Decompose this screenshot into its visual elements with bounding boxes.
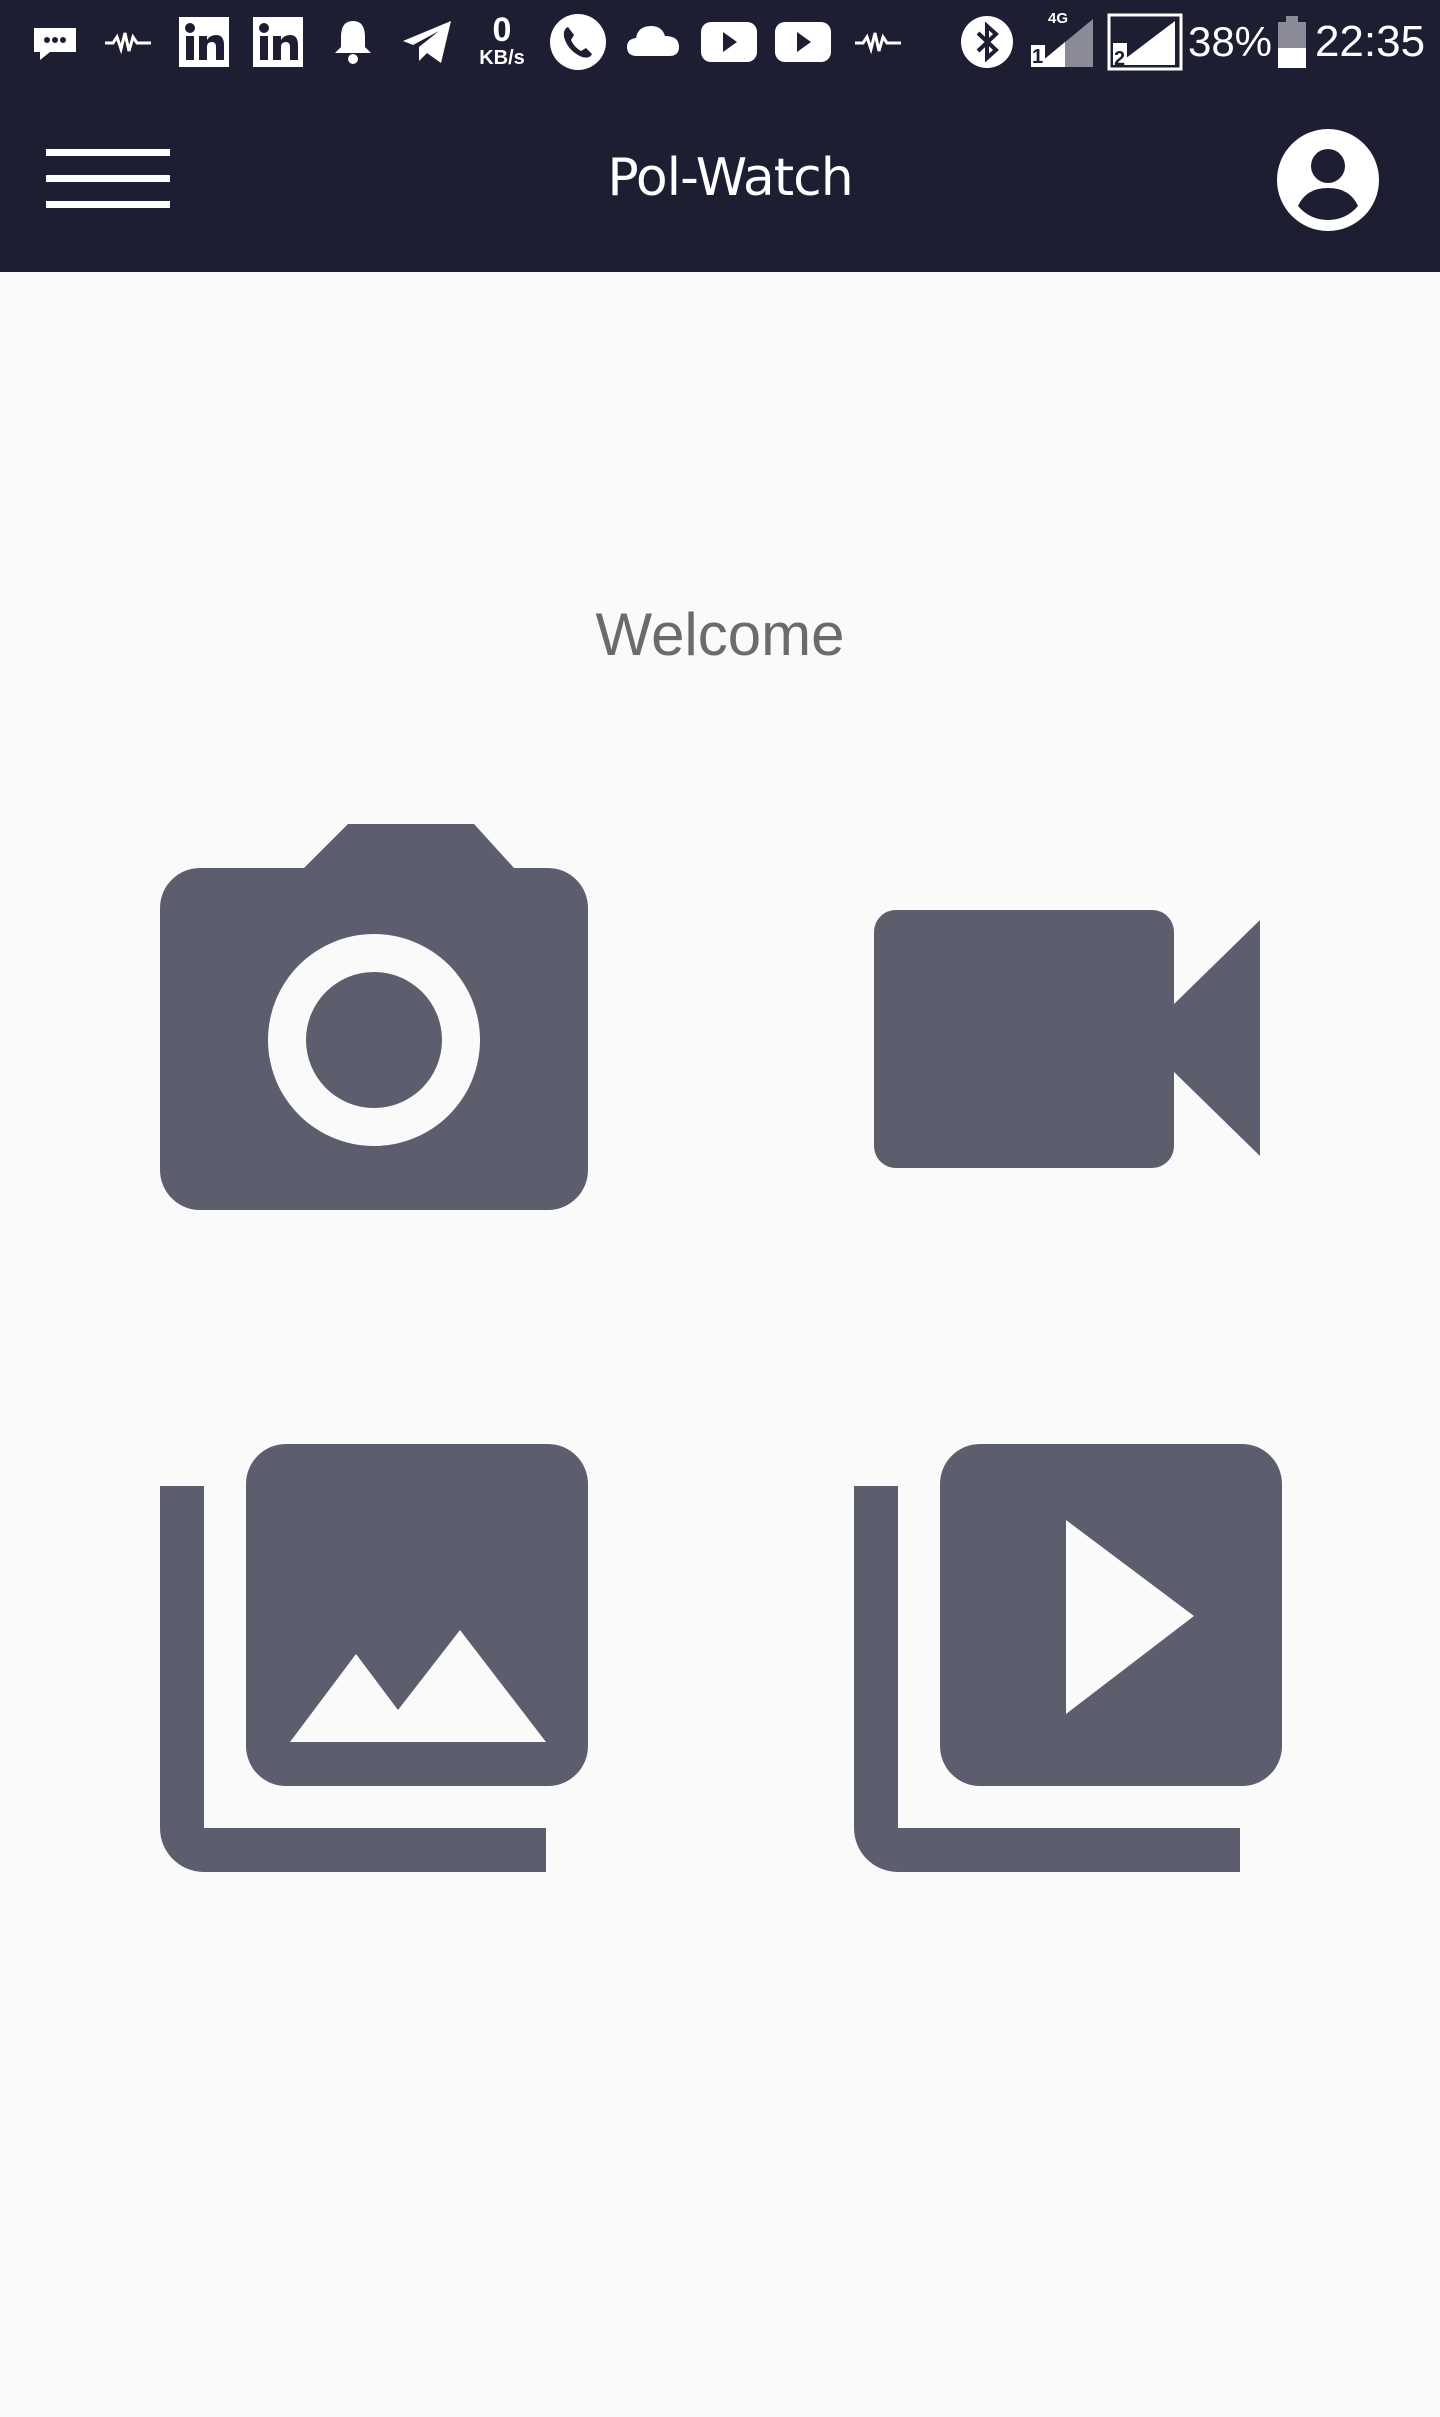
battery-percent: 38% bbox=[1187, 18, 1273, 65]
hamburger-menu-icon bbox=[46, 149, 170, 208]
signal-icon: 4G 1 bbox=[1026, 10, 1098, 70]
welcome-text: Welcome bbox=[595, 601, 845, 668]
take-photo-button[interactable] bbox=[160, 824, 588, 1210]
bell-icon bbox=[328, 14, 378, 70]
account-circle-icon bbox=[1277, 129, 1379, 231]
activity-wave-icon bbox=[102, 14, 154, 70]
youtube-icon bbox=[698, 14, 760, 70]
clock: 22:35 bbox=[1314, 17, 1426, 66]
activity-wave-icon bbox=[852, 14, 904, 70]
videocam-icon bbox=[874, 910, 1260, 1168]
camera-icon bbox=[160, 824, 588, 1210]
photo-library-button[interactable] bbox=[160, 1444, 588, 1872]
messages-icon bbox=[28, 14, 82, 70]
app-title: Pol-Watch bbox=[607, 148, 853, 208]
video-library-icon bbox=[854, 1444, 1282, 1872]
cloud-icon bbox=[624, 14, 684, 70]
signal-icon: 2 bbox=[1106, 13, 1184, 71]
linkedin-icon bbox=[176, 14, 232, 70]
net-speed-indicator: 0 KB/s bbox=[479, 11, 525, 69]
video-library-button[interactable] bbox=[854, 1444, 1282, 1872]
telegram-icon bbox=[398, 14, 456, 70]
account-button[interactable] bbox=[1270, 122, 1386, 238]
menu-button[interactable] bbox=[38, 134, 178, 224]
linkedin-icon bbox=[250, 14, 306, 70]
record-video-button[interactable] bbox=[874, 910, 1260, 1168]
app-bar: Pol-Watch bbox=[0, 82, 1440, 272]
youtube-icon bbox=[772, 14, 834, 70]
top-app-area: 0 KB/s 4G 1 2 38% 22:35 Pol-Watch bbox=[0, 0, 1440, 272]
battery-icon bbox=[1274, 14, 1310, 70]
photo-library-icon bbox=[160, 1444, 588, 1872]
status-bar: 0 KB/s 4G 1 2 38% 22:35 bbox=[0, 0, 1440, 82]
bluetooth-icon bbox=[958, 14, 1016, 70]
phone-icon bbox=[548, 14, 608, 70]
